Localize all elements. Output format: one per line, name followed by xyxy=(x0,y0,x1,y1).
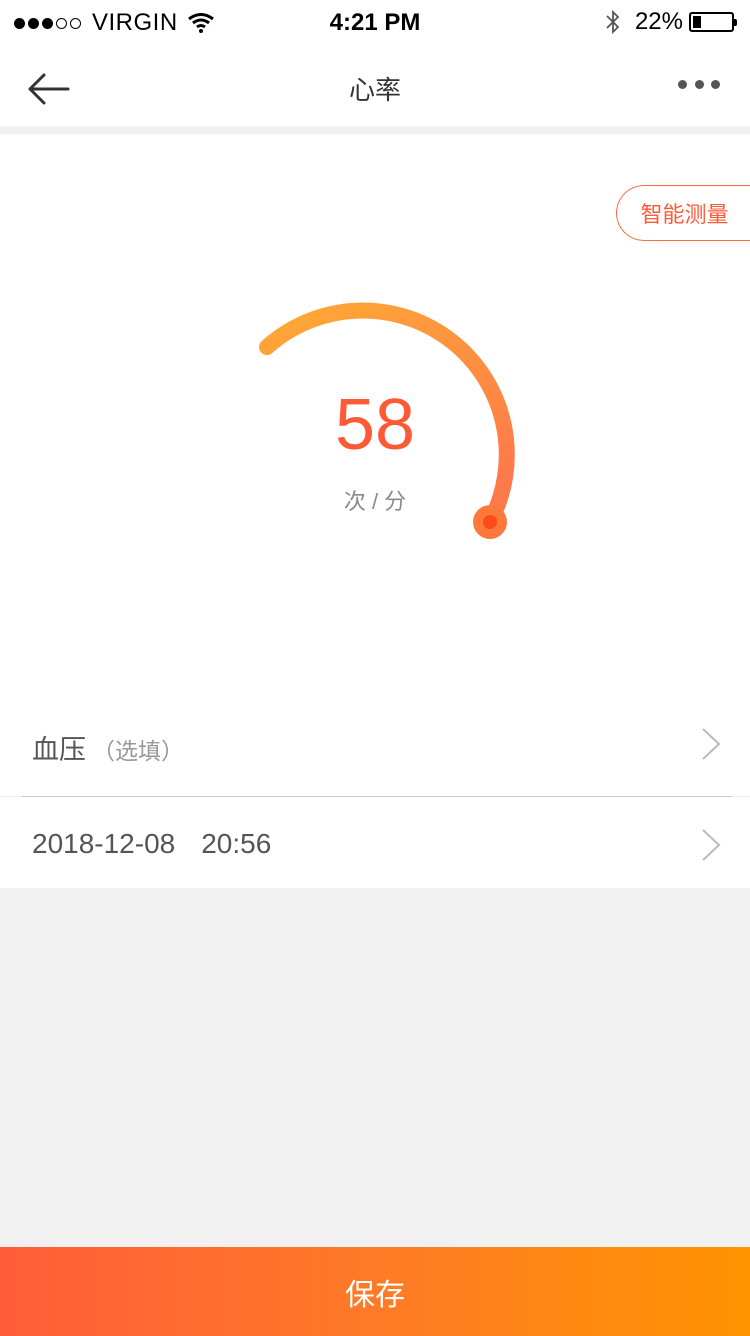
battery-icon xyxy=(689,12,737,32)
save-button[interactable]: 保存 xyxy=(0,1247,750,1336)
dot xyxy=(711,79,720,89)
chevron-right-icon xyxy=(702,829,721,861)
bluetooth-icon xyxy=(606,9,620,35)
optional-hint: （选填） xyxy=(92,738,184,764)
battery-percent: 22% xyxy=(634,8,683,35)
nav-separator xyxy=(0,126,750,134)
page-title: 心率 xyxy=(348,75,401,105)
time-value: 20:56 xyxy=(201,828,272,859)
blood-pressure-label: 血压 xyxy=(32,735,86,765)
chevron-right-icon xyxy=(702,728,721,760)
heart-rate-value: 58 xyxy=(334,385,416,465)
status-bar: VIRGIN 4:21 PM 22% xyxy=(0,0,750,44)
battery-fill xyxy=(693,16,701,28)
blood-pressure-label-wrap: 血压 （选填） xyxy=(32,728,184,767)
blood-pressure-row[interactable]: 血压 （选填） xyxy=(0,698,750,796)
measurement-card: 智能测量 58 次 / 分 xyxy=(0,134,750,698)
status-right: 22% xyxy=(605,8,737,36)
dot xyxy=(678,79,687,89)
date-value: 2018-12-08 xyxy=(32,828,176,859)
smart-measure-button[interactable]: 智能测量 xyxy=(616,185,750,241)
heart-rate-screen: VIRGIN 4:21 PM 22% 心率 智能测量 58 次 / 分 血压 （… xyxy=(0,0,750,1336)
nav-bar: 心率 xyxy=(0,44,750,126)
dot xyxy=(694,79,704,89)
heart-rate-unit: 次 / 分 xyxy=(343,489,407,514)
datetime-row[interactable]: 2018-12-08 20:56 xyxy=(0,797,750,888)
datetime-label: 2018-12-08 20:56 xyxy=(32,828,271,860)
gauge-handle-dot xyxy=(483,515,497,529)
more-dots-icon[interactable] xyxy=(678,74,720,94)
